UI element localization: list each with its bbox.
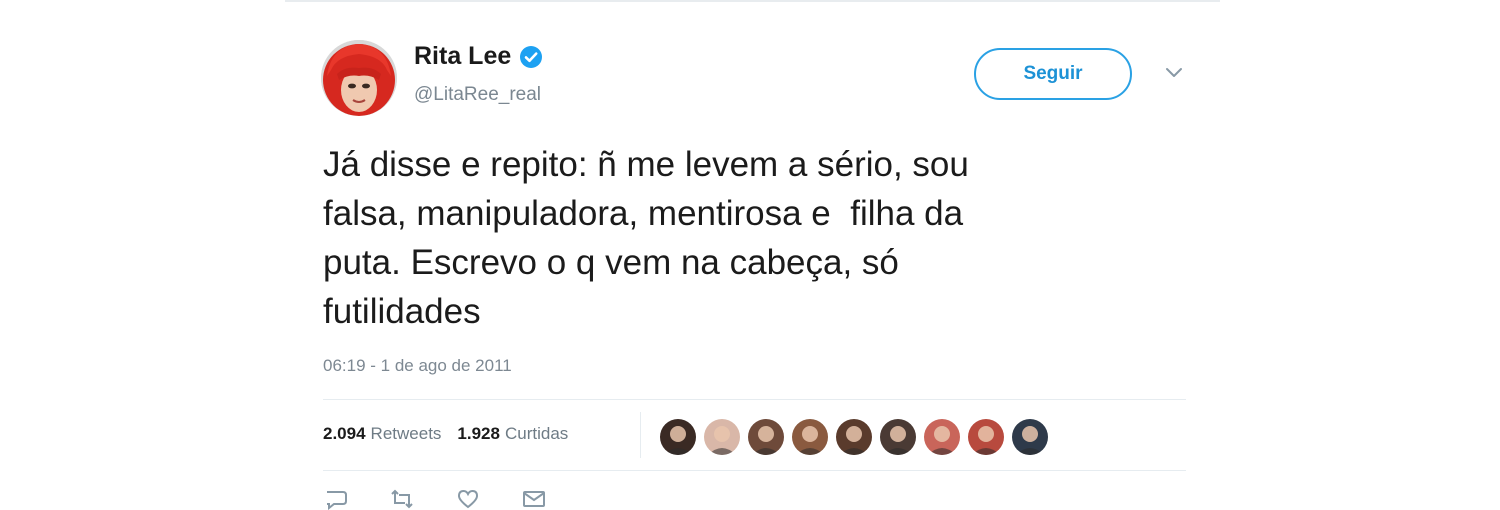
liker-avatar-2[interactable] (703, 418, 741, 456)
liker-avatar-3[interactable] (747, 418, 785, 456)
tweet-text-line: puta. Escrevo o q vem na cabeça, só (323, 243, 899, 282)
tweet-timestamp[interactable]: 06:19 - 1 de ago de 2011 (323, 356, 512, 376)
tweet-stats: 2.094 Retweets 1.928 Curtidas (323, 424, 568, 444)
tweet-text: Já disse e repito: ñ me levem a sério, s… (323, 140, 1153, 336)
message-icon[interactable] (521, 488, 547, 510)
tweet-text-line: futilidades (323, 292, 481, 331)
author-display-name[interactable]: Rita Lee (414, 42, 511, 71)
liker-avatar-7[interactable] (923, 418, 961, 456)
liker-avatar-6[interactable] (879, 418, 917, 456)
top-divider (285, 0, 1220, 2)
liker-avatar-5[interactable] (835, 418, 873, 456)
tweet-text-line: falsa, manipuladora, mentirosa e filha d… (323, 194, 964, 233)
stats-top-divider (323, 399, 1186, 400)
actions-top-divider (323, 470, 1186, 471)
liker-avatars (659, 418, 1055, 456)
author-name-row[interactable]: Rita Lee (414, 42, 543, 71)
reply-icon[interactable] (323, 488, 349, 510)
tweet-text-line: Já disse e repito: ñ me levem a sério, s… (323, 145, 969, 184)
stats-separator (640, 412, 641, 458)
verified-badge-icon (519, 45, 543, 69)
retweet-icon[interactable] (389, 488, 415, 510)
retweets-count[interactable]: 2.094 (323, 424, 366, 444)
chevron-down-icon[interactable] (1164, 66, 1184, 80)
liker-avatar-8[interactable] (967, 418, 1005, 456)
liker-avatar-9[interactable] (1011, 418, 1049, 456)
tweet-action-bar (323, 488, 587, 510)
likes-label[interactable]: Curtidas (505, 424, 568, 444)
retweets-label[interactable]: Retweets (371, 424, 442, 444)
follow-button[interactable]: Seguir (974, 48, 1132, 100)
liker-avatar-1[interactable] (659, 418, 697, 456)
likes-count[interactable]: 1.928 (457, 424, 500, 444)
author-avatar[interactable] (321, 40, 397, 116)
author-handle[interactable]: @LitaRee_real (414, 84, 541, 106)
like-icon[interactable] (455, 488, 481, 510)
liker-avatar-4[interactable] (791, 418, 829, 456)
